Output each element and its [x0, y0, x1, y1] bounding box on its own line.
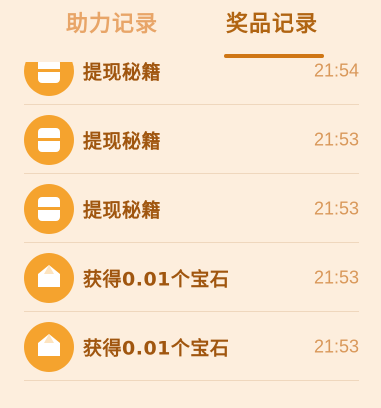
row-divider	[24, 380, 359, 381]
record-row: 提现秘籍 21:53	[0, 105, 381, 174]
record-row: 提现秘籍 21:53	[0, 174, 381, 243]
record-title: 提现秘籍	[83, 199, 162, 221]
record-title: 提现秘籍	[83, 130, 162, 152]
record-row: 获得0.01个宝石 21:53	[0, 312, 381, 381]
record-time: 21:53	[313, 336, 359, 356]
record-time: 21:54	[313, 62, 359, 80]
gem-icon	[24, 321, 74, 372]
record-title: 提现秘籍	[83, 62, 162, 83]
record-row: 获得0.01个宝石 21:53	[0, 243, 381, 312]
record-time: 21:53	[313, 267, 359, 287]
prize-record-list-content: 提现秘籍 21:54 提现秘籍 21:53 提现秘籍 21:53 获得0.01个宝石 21:5…	[0, 62, 381, 381]
active-tab-indicator	[224, 54, 324, 58]
record-title: 获得0.01个宝石	[83, 268, 230, 290]
gem-icon	[24, 252, 74, 303]
record-tabs: 助力记录 奖品记录	[0, 0, 381, 62]
book-icon	[24, 114, 74, 165]
record-title: 获得0.01个宝石	[83, 337, 230, 359]
tab-prize-records[interactable]: 奖品记录	[226, 10, 318, 40]
book-icon	[24, 62, 74, 96]
tab-assist-records[interactable]: 助力记录	[66, 10, 158, 40]
record-time: 21:53	[313, 198, 359, 218]
record-row: 提现秘籍 21:54	[0, 62, 381, 105]
book-icon	[24, 183, 74, 234]
prize-record-list[interactable]: 提现秘籍 21:54 提现秘籍 21:53 提现秘籍 21:53 获得0.01个宝石 21:5…	[0, 62, 381, 408]
record-time: 21:53	[313, 129, 359, 149]
